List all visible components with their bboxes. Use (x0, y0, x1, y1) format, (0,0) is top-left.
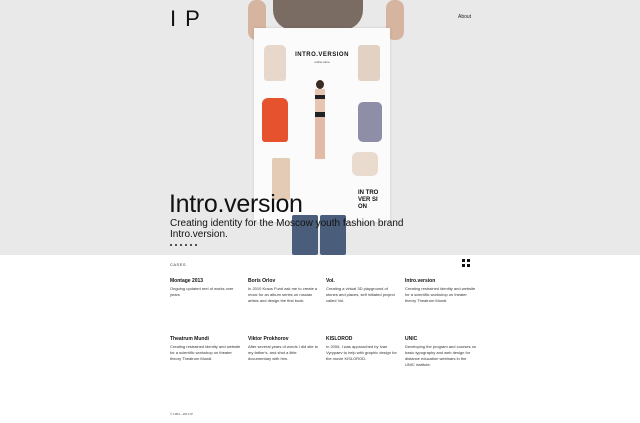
case-item[interactable]: Boris Orlov In 2010 Kraus Fund ask me to… (248, 278, 320, 304)
case-item[interactable]: Theatrum Mundi Creating restrained ident… (170, 336, 242, 362)
case-description: Creating restrained identity and website… (170, 344, 241, 361)
garment-sweater (264, 45, 286, 81)
garment-grey-dress (358, 102, 382, 142)
case-item[interactable]: Viktor Prokhorov After several years of … (248, 336, 320, 362)
person-shirt (273, 0, 363, 30)
case-title[interactable]: Intro.version (405, 278, 477, 284)
hero[interactable]: INTRO.VERSION online store IN TRO VER SI… (0, 0, 640, 255)
case-description: Developing the program and courses on ba… (405, 344, 477, 367)
case-item[interactable]: Montage 2013 Ongoing updated reel of wor… (170, 278, 242, 298)
garment-red-coat (262, 98, 288, 142)
slider-pagination[interactable] (170, 244, 197, 246)
slider-dot[interactable] (175, 244, 177, 246)
case-description: After several years of words I did site … (248, 344, 319, 361)
model-head (316, 80, 324, 89)
case-title[interactable]: Montage 2013 (170, 278, 242, 284)
slider-dot[interactable] (170, 244, 172, 246)
case-title[interactable]: Boris Orlov (248, 278, 320, 284)
slider-dot[interactable] (195, 244, 197, 246)
footer-copyright: © 1984—2013 IP (170, 412, 194, 416)
case-item[interactable]: Vol. Creating a virtual 3D playground of… (326, 278, 398, 304)
case-title[interactable]: KISLOROD (326, 336, 398, 342)
case-title[interactable]: Vol. (326, 278, 398, 284)
case-title[interactable]: Theatrum Mundi (170, 336, 242, 342)
case-description: In 2010 Kraus Fund ask me to create a mo… (248, 286, 318, 303)
case-description: Ongoing updated reel of works over years (170, 286, 234, 297)
garment-top (352, 152, 378, 176)
case-description: Creating a virtual 3D playground of ston… (326, 286, 395, 303)
hero-description: Creating identity for the Moscow youth f… (170, 218, 404, 240)
model-legs (315, 117, 325, 159)
grid-view-icon[interactable] (462, 259, 470, 267)
case-description: Creating restrained identity and website… (405, 286, 476, 303)
cases-section-label: CASES (170, 262, 187, 267)
case-item[interactable]: KISLOROD In 2006, I was approached by Iv… (326, 336, 398, 362)
hero-title[interactable]: Intro.version (169, 190, 303, 219)
site-logo[interactable]: IP (170, 6, 209, 32)
model-bra (315, 95, 325, 99)
garment-cardigan (358, 45, 380, 81)
case-description: In 2006, I was approached by Ivan Vyrypa… (326, 344, 397, 361)
slider-dot[interactable] (185, 244, 187, 246)
nav-about-link[interactable]: About (458, 14, 471, 20)
slider-dot[interactable] (190, 244, 192, 246)
case-item[interactable]: Intro.version Creating restrained identi… (405, 278, 477, 304)
slider-dot[interactable] (180, 244, 182, 246)
case-title[interactable]: UNIC (405, 336, 477, 342)
case-item[interactable]: UNIC Developing the program and courses … (405, 336, 477, 368)
poster-logo: IN TRO VER SI ON (358, 190, 379, 210)
case-title[interactable]: Viktor Prokhorov (248, 336, 320, 342)
